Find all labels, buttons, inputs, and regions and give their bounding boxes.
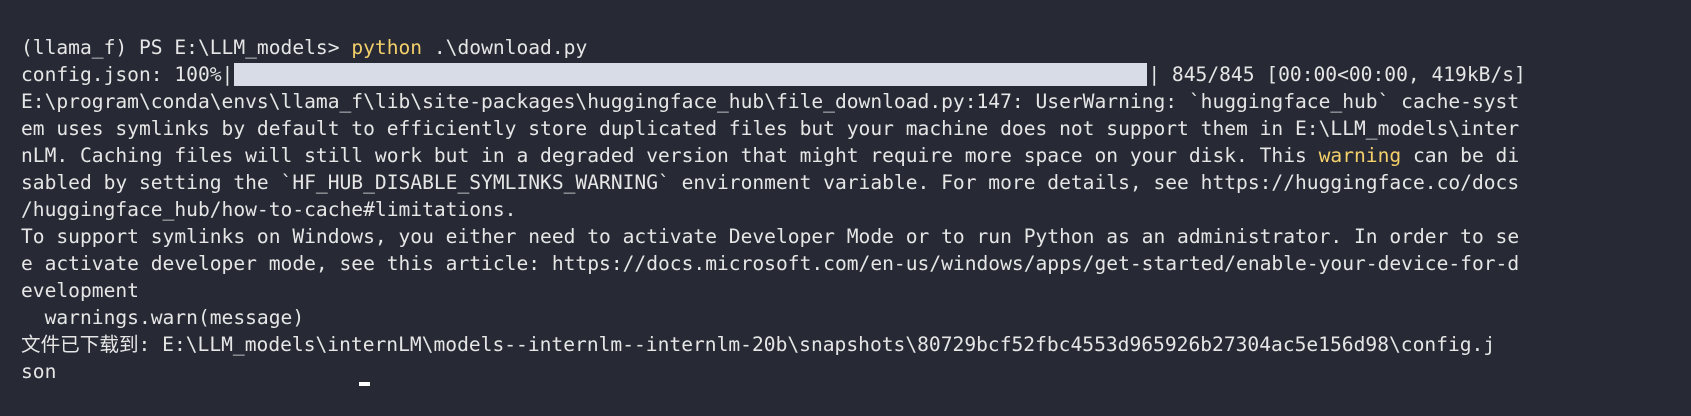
result-line-1: 文件已下载到: E:\LLM_models\internLM\models--i… xyxy=(21,333,1496,356)
warn-call-line: warnings.warn(message) xyxy=(21,306,305,329)
progress-label: config.json: 100%| xyxy=(21,63,234,86)
warning-line-1: E:\program\conda\envs\llama_f\lib\site-p… xyxy=(21,90,1520,113)
progress-line: config.json: 100%| | 845/845 [00:00<00:00… xyxy=(21,61,1691,88)
shell-prompt: (llama_f) PS E:\LLM_models> xyxy=(21,36,352,59)
command-line: (llama_f) PS E:\LLM_models> python .\dow… xyxy=(21,34,1691,61)
terminal-window[interactable]: (llama_f) PS E:\LLM_models> python .\dow… xyxy=(0,0,1691,416)
download-progress-bar xyxy=(233,61,1148,88)
warning-text-pre: nLM. Caching files will still work but i… xyxy=(21,144,1319,167)
warning-line-4: sabled by setting the `HF_HUB_DISABLE_SY… xyxy=(21,171,1520,194)
result-line-2: son xyxy=(21,360,57,383)
warning-keyword: warning xyxy=(1318,144,1402,167)
warning-text-post: can be di xyxy=(1401,144,1520,167)
command-name: python xyxy=(351,36,423,59)
warning-line-2: em uses symlinks by default to efficient… xyxy=(21,117,1520,140)
symlink-note-line-3: evelopment xyxy=(21,279,139,302)
warning-line-5: /huggingface_hub/how-to-cache#limitation… xyxy=(21,198,517,221)
symlink-note-line-2: e activate developer mode, see this arti… xyxy=(21,252,1520,275)
symlink-note-line-1: To support symlinks on Windows, you eith… xyxy=(21,225,1520,248)
command-args: .\download.py xyxy=(422,36,588,59)
progress-suffix: | 845/845 [00:00<00:00, 419kB/s] xyxy=(1148,63,1526,86)
text-cursor xyxy=(359,382,370,386)
warning-line-3: nLM. Caching files will still work but i… xyxy=(21,142,1691,169)
progress-bar-fill xyxy=(234,63,1148,86)
